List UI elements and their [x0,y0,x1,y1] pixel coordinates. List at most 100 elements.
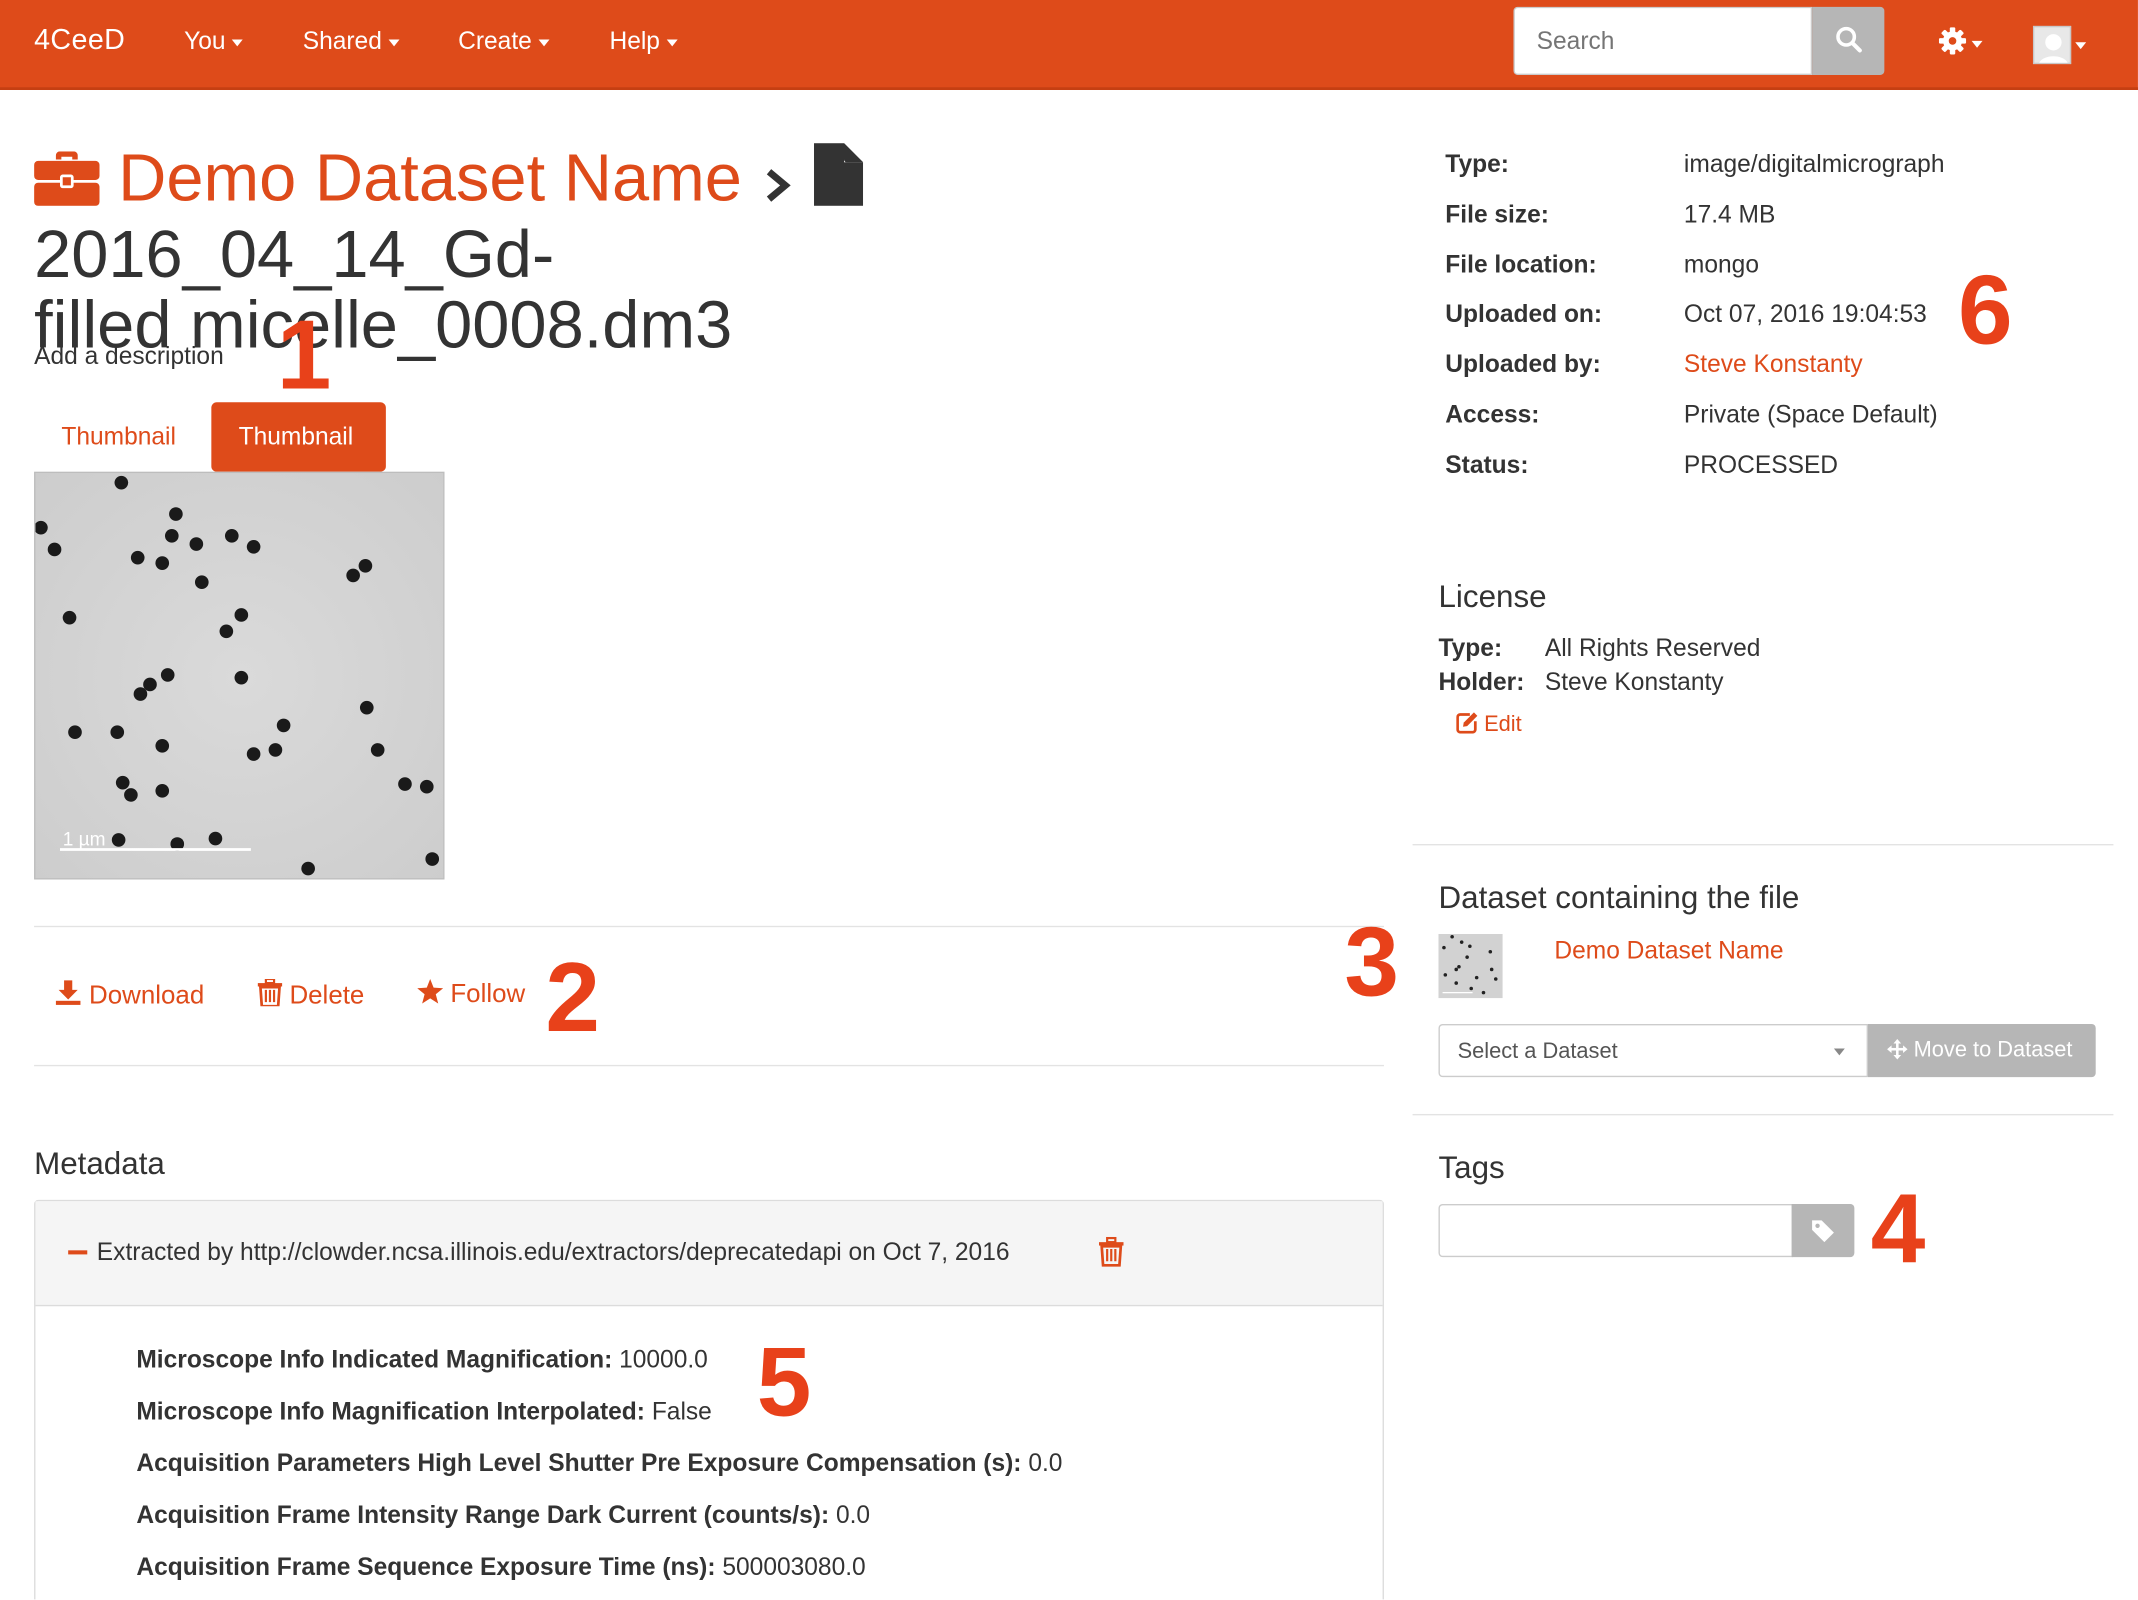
info-value: Oct 07, 2016 19:04:53 [1683,299,1927,328]
caret-down-icon [666,39,678,47]
nav-menu-label: Help [609,27,660,55]
metadata-row: Acquisition Frame Intensity Range Dark C… [136,1501,870,1530]
annotation-number-6: 6 [1957,256,2013,366]
extractor-header-text: Extracted by http://clowder.ncsa.illinoi… [96,1238,1010,1266]
chevron-down-icon [1833,1048,1845,1056]
info-value: 17.4 MB [1683,200,1776,228]
star-icon [417,978,444,1004]
dataset-select-placeholder: Select a Dataset [1457,1040,1618,1064]
edit-icon [1456,712,1478,734]
caret-down-icon [538,39,550,47]
annotation-number-3: 3 [1344,908,1400,1018]
file-name-continued: filled micelle_0008.dm3 [34,289,733,363]
metadata-row: Microscope Info Magnification Interpolat… [136,1398,711,1427]
search-button[interactable] [1812,6,1885,75]
info-key: Access: [1445,400,1540,429]
license-value: All Rights Reserved [1544,634,1761,662]
caret-down-icon [388,39,400,47]
edit-label: Edit [1484,713,1522,737]
nav-menu-you[interactable]: You [184,27,244,56]
annotation-number-1: 1 [276,301,332,411]
user-menu-button[interactable] [2032,25,2088,67]
edit-license-link[interactable]: Edit [1456,712,1522,738]
file-info-status: Status: PROCESSED [1445,451,2099,484]
file-info-access: Access: Private (Space Default) [1445,401,2099,434]
gear-icon [1938,27,1967,55]
metadata-panel-header[interactable]: Extracted by http://clowder.ncsa.illinoi… [35,1201,1383,1307]
delete-button[interactable]: Delete [257,977,365,1012]
tag-icon [1812,1220,1834,1243]
metadata-panel: Extracted by http://clowder.ncsa.illinoi… [34,1199,1384,1600]
metadata-heading: Metadata [34,1145,165,1181]
follow-label: Follow [450,980,526,1009]
delete-label: Delete [289,981,365,1011]
nav-menu-help[interactable]: Help [609,27,678,56]
info-key: Status: [1445,451,1529,479]
add-tag-button[interactable] [1791,1203,1855,1258]
search-input[interactable] [1513,6,1813,75]
nav-menu-shared[interactable]: Shared [303,27,400,56]
metadata-key: Acquisition Parameters High Level Shutte… [136,1449,1022,1477]
scale-bar-label: 1 µm [63,829,106,850]
add-description-link[interactable]: Add a description [34,342,224,371]
chevron-right-icon [761,149,796,220]
tag-input[interactable] [1438,1203,1794,1258]
nav-menu-label: You [184,27,226,55]
download-icon [55,980,81,1005]
trash-icon [1098,1236,1124,1267]
info-value: mongo [1683,250,1759,279]
info-key: File size: [1445,200,1549,228]
dataset-select[interactable]: Select a Dataset [1438,1023,1868,1078]
move-to-dataset-button[interactable]: Move to Dataset [1867,1023,2096,1078]
metadata-row: Acquisition Parameters High Level Shutte… [136,1449,1062,1478]
settings-menu-button[interactable] [1938,25,1985,60]
metadata-value: 10000.0 [619,1345,708,1374]
metadata-key: Acquisition Frame Intensity Range Dark C… [136,1501,830,1529]
metadata-key: Acquisition Frame Sequence Exposure Time… [136,1553,716,1581]
info-value: Private (Space Default) [1683,400,1938,429]
info-value: PROCESSED [1683,451,1839,479]
trash-icon [257,977,283,1008]
caret-down-icon [2075,42,2087,50]
follow-button[interactable]: Follow [417,978,526,1010]
license-key: Type: [1438,634,1503,662]
uploader-link[interactable]: Steve Konstanty [1684,350,1863,379]
divider [34,1064,1384,1067]
brand-logo[interactable]: 4CeeD [34,25,125,58]
nav-menu-label: Create [458,27,532,55]
license-heading: License [1438,578,1547,614]
annotation-number-5: 5 [756,1328,812,1438]
info-key: Type: [1445,149,1509,178]
metadata-value: False [651,1397,712,1425]
tab-thumbnail[interactable]: Thumbnail [34,402,203,472]
collapse-minus-icon[interactable] [68,1250,88,1255]
top-navbar: 4CeeD You Shared Create Help [0,0,2138,90]
tab-thumbnail-active[interactable]: Thumbnail [211,402,386,472]
page-title: Demo Dataset Name 2016_04_14_Gd- filled … [34,143,1384,361]
user-avatar-icon [2032,25,2072,65]
info-key: Uploaded by: [1445,350,1601,378]
move-to-dataset-label: Move to Dataset [1913,1038,2073,1063]
dataset-link[interactable]: Demo Dataset Name [1554,937,1783,966]
divider [1412,844,2114,846]
metadata-key: Microscope Info Magnification Interpolat… [136,1397,645,1425]
divider [1412,1113,2114,1116]
file-thumbnail-image: 1 µm [34,471,445,880]
annotation-number-2: 2 [545,943,601,1053]
dataset-thumbnail-image[interactable] [1438,933,1503,999]
nav-menu-create[interactable]: Create [458,27,550,56]
search-icon [1836,26,1862,53]
tags-heading: Tags [1438,1149,1505,1185]
info-key: Uploaded on: [1445,299,1603,328]
move-icon [1887,1038,1908,1060]
metadata-key: Microscope Info Indicated Magnification: [136,1345,613,1374]
delete-metadata-button[interactable] [1098,1236,1124,1267]
download-button[interactable]: Download [55,979,205,1012]
file-name: 2016_04_14_Gd- [34,218,555,292]
nav-menu-label: Shared [302,27,382,55]
metadata-value: 0.0 [835,1501,871,1529]
license-key: Holder: [1438,668,1525,696]
license-value: Steve Konstanty [1544,668,1724,696]
file-info-size: File size: 17.4 MB [1445,200,2099,233]
dataset-breadcrumb-link[interactable]: Demo Dataset Name [118,142,742,216]
